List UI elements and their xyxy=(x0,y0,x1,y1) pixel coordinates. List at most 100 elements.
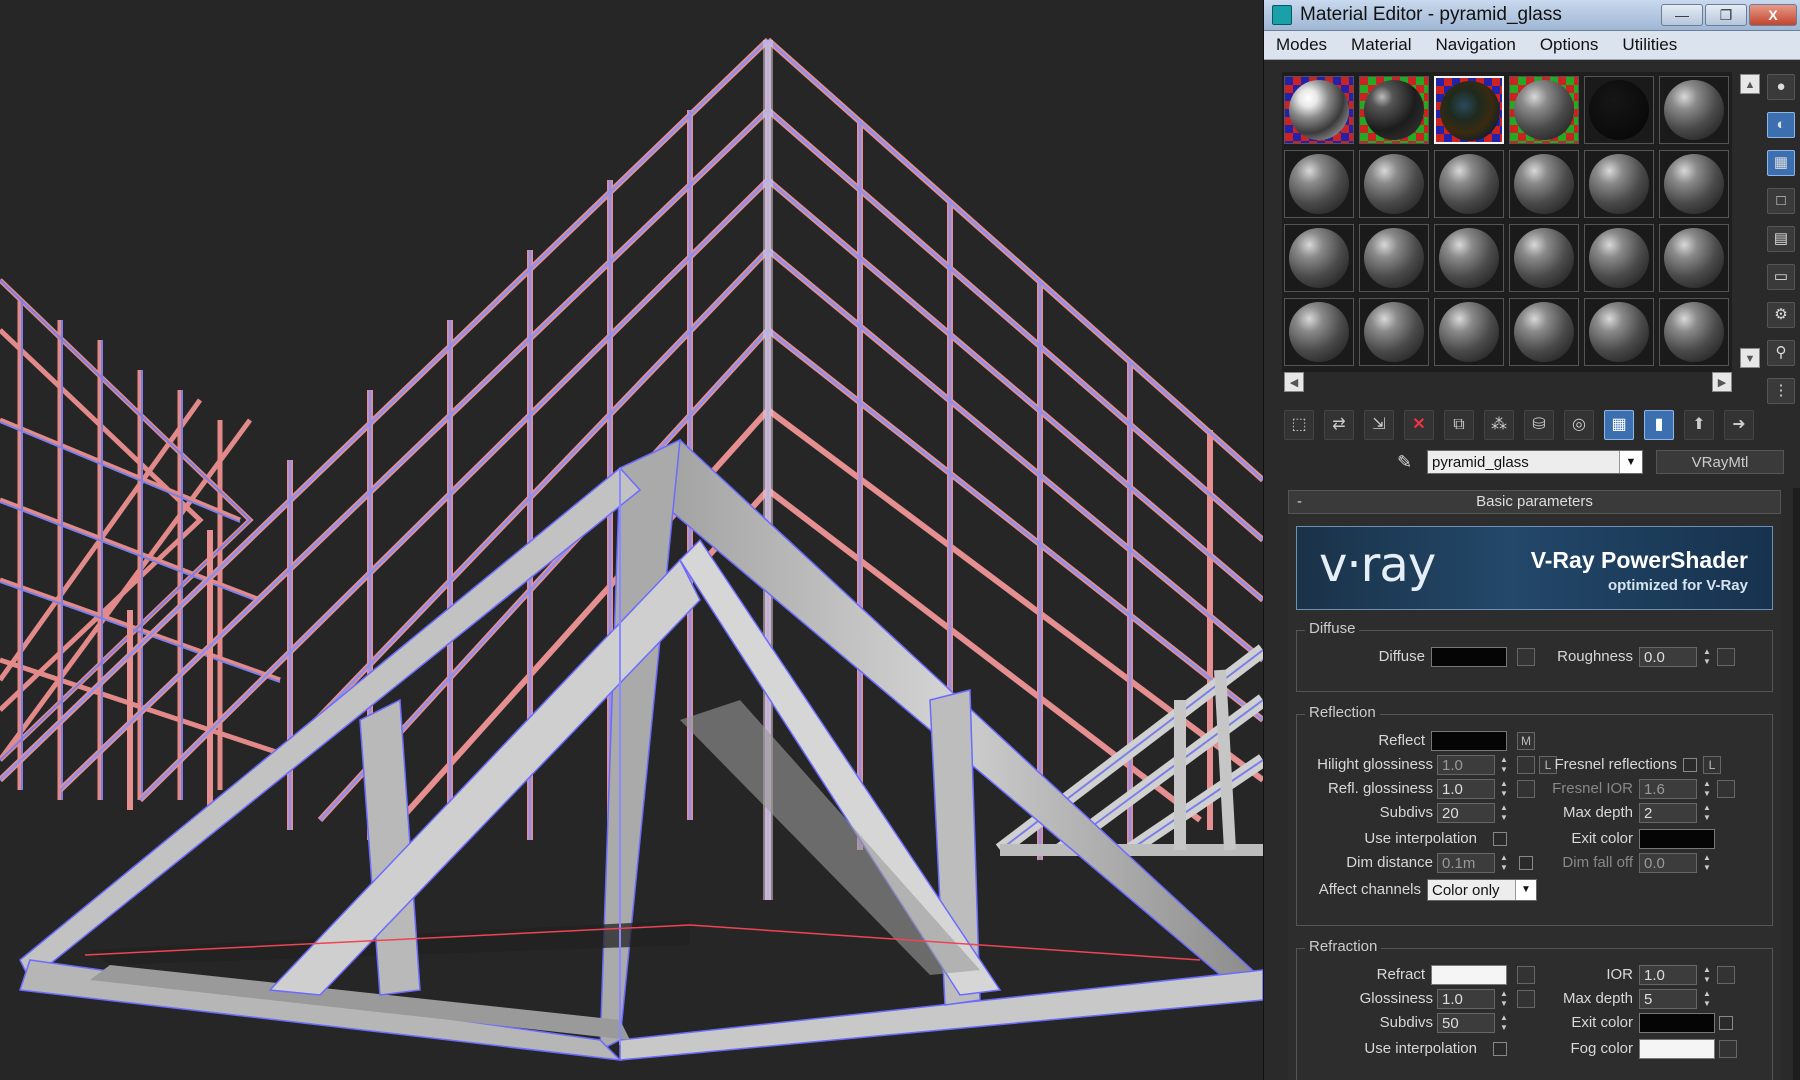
refr-subdivs-spinner[interactable]: 50 xyxy=(1437,1013,1495,1033)
material-map-navigator-icon[interactable]: ⋮ xyxy=(1767,378,1795,404)
copy-material-icon[interactable]: ⧉ xyxy=(1444,410,1474,440)
sample-uv-icon[interactable]: □ xyxy=(1767,188,1795,214)
refl-use-interpolation-checkbox[interactable] xyxy=(1493,832,1507,846)
affect-channels-dropdown[interactable]: Color only ▼ xyxy=(1427,879,1537,901)
dim-falloff-spinner[interactable]: 0.0 xyxy=(1639,853,1697,873)
title-bar[interactable]: Material Editor - pyramid_glass — ❐ X xyxy=(1264,0,1800,31)
refl-glossiness-spinner[interactable]: 1.0 xyxy=(1437,779,1495,799)
dim-distance-checkbox[interactable] xyxy=(1519,856,1533,870)
refr-use-interpolation-checkbox[interactable] xyxy=(1493,1042,1507,1056)
refr-exit-color-checkbox[interactable] xyxy=(1719,1016,1733,1030)
put-to-library-icon[interactable]: ⛁ xyxy=(1524,410,1554,440)
sample-slot[interactable] xyxy=(1284,224,1354,292)
sample-slot[interactable] xyxy=(1434,298,1504,366)
sample-slot[interactable] xyxy=(1509,298,1579,366)
spinner-arrows-icon[interactable]: ▲ ▼ xyxy=(1700,803,1714,823)
eyedropper-icon[interactable]: ✎ xyxy=(1397,452,1412,473)
refr-exit-color-swatch[interactable] xyxy=(1639,1013,1715,1033)
sample-slot[interactable] xyxy=(1509,224,1579,292)
video-color-check-icon[interactable]: ▤ xyxy=(1767,226,1795,252)
chevron-down-icon[interactable]: ▼ xyxy=(1619,451,1642,473)
menu-utilities[interactable]: Utilities xyxy=(1610,35,1689,55)
sample-slot[interactable] xyxy=(1659,224,1729,292)
spinner-arrows-icon[interactable]: ▲ ▼ xyxy=(1497,1013,1511,1033)
close-button[interactable]: X xyxy=(1749,4,1797,26)
get-material-icon[interactable]: ⬚ xyxy=(1284,410,1314,440)
ior-map-button[interactable] xyxy=(1717,966,1735,984)
minimize-button[interactable]: — xyxy=(1661,4,1703,26)
refl-subdivs-spinner[interactable]: 20 xyxy=(1437,803,1495,823)
sample-slot[interactable] xyxy=(1509,150,1579,218)
collapse-icon[interactable]: - xyxy=(1297,491,1302,513)
ior-spinner[interactable]: 1.0 xyxy=(1639,965,1697,985)
maximize-button[interactable]: ❐ xyxy=(1705,4,1747,26)
sample-slot[interactable] xyxy=(1284,76,1354,144)
spinner-arrows-icon[interactable]: ▲ ▼ xyxy=(1497,755,1511,775)
spinner-arrows-icon[interactable]: ▲ ▼ xyxy=(1497,989,1511,1009)
material-name-field[interactable]: pyramid_glass ▼ xyxy=(1427,450,1643,474)
spinner-arrows-icon[interactable]: ▲ ▼ xyxy=(1497,803,1511,823)
spinner-arrows-icon[interactable]: ▲ ▼ xyxy=(1700,853,1714,873)
material-type-button[interactable]: VRayMtl xyxy=(1656,450,1784,474)
sample-slot[interactable] xyxy=(1584,224,1654,292)
dim-distance-spinner[interactable]: 0.1m xyxy=(1437,853,1495,873)
sample-slot[interactable] xyxy=(1434,224,1504,292)
roughness-spinner[interactable]: 0.0 xyxy=(1639,647,1697,667)
refract-color-swatch[interactable] xyxy=(1431,965,1507,985)
spinner-arrows-icon[interactable]: ▲ ▼ xyxy=(1497,779,1511,799)
reset-map-icon[interactable]: ✕ xyxy=(1404,410,1434,440)
menu-modes[interactable]: Modes xyxy=(1264,35,1339,55)
reflect-map-button[interactable]: M xyxy=(1517,732,1535,750)
sample-slot[interactable] xyxy=(1284,150,1354,218)
make-preview-icon[interactable]: ▭ xyxy=(1767,264,1795,290)
background-checker-icon[interactable]: ▦ xyxy=(1767,150,1795,176)
panel-scrollbar[interactable] xyxy=(1793,488,1800,1080)
go-to-parent-icon[interactable]: ⬆ xyxy=(1684,410,1714,440)
fog-color-map-button[interactable] xyxy=(1719,1040,1737,1058)
show-map-in-viewport-icon[interactable]: ▦ xyxy=(1604,410,1634,440)
refl-max-depth-spinner[interactable]: 2 xyxy=(1639,803,1697,823)
sample-slot-active[interactable] xyxy=(1434,76,1504,144)
scroll-up-arrow[interactable]: ▲ xyxy=(1740,74,1760,94)
put-to-scene-icon[interactable]: ⇄ xyxy=(1324,410,1354,440)
scroll-left-arrow[interactable]: ◀ xyxy=(1284,372,1304,392)
fresnel-ior-map-button[interactable] xyxy=(1717,780,1735,798)
sample-slot[interactable] xyxy=(1584,298,1654,366)
go-forward-sibling-icon[interactable]: ➜ xyxy=(1724,410,1754,440)
sample-slot[interactable] xyxy=(1359,224,1429,292)
options-icon[interactable]: ⚙ xyxy=(1767,302,1795,328)
fresnel-ior-spinner[interactable]: 1.6 xyxy=(1639,779,1697,799)
backlight-icon[interactable]: ◐ xyxy=(1767,112,1795,138)
refr-max-depth-spinner[interactable]: 5 xyxy=(1639,989,1697,1009)
select-by-material-icon[interactable]: ⚲ xyxy=(1767,340,1795,366)
chevron-down-icon[interactable]: ▼ xyxy=(1515,880,1536,900)
diffuse-color-swatch[interactable] xyxy=(1431,647,1507,667)
spinner-arrows-icon[interactable]: ▲ ▼ xyxy=(1700,965,1714,985)
material-id-channel-icon[interactable]: ◎ xyxy=(1564,410,1594,440)
roughness-map-button[interactable] xyxy=(1717,648,1735,666)
hilight-map-button[interactable] xyxy=(1517,756,1535,774)
sample-slot[interactable] xyxy=(1434,150,1504,218)
fog-color-swatch[interactable] xyxy=(1639,1039,1715,1059)
spinner-arrows-icon[interactable]: ▲ ▼ xyxy=(1700,989,1714,1009)
sample-slot[interactable] xyxy=(1509,76,1579,144)
spinner-arrows-icon[interactable]: ▲ ▼ xyxy=(1700,779,1714,799)
sample-type-icon[interactable]: ● xyxy=(1767,74,1795,100)
menu-material[interactable]: Material xyxy=(1339,35,1423,55)
scroll-right-arrow[interactable]: ▶ xyxy=(1712,372,1732,392)
sample-slot[interactable] xyxy=(1359,298,1429,366)
spinner-arrows-icon[interactable]: ▲ ▼ xyxy=(1700,647,1714,667)
sample-slot[interactable] xyxy=(1359,150,1429,218)
menu-navigation[interactable]: Navigation xyxy=(1424,35,1528,55)
reflect-color-swatch[interactable] xyxy=(1431,731,1507,751)
sample-slot[interactable] xyxy=(1659,150,1729,218)
fresnel-reflections-checkbox[interactable] xyxy=(1683,758,1697,772)
hilight-glossiness-spinner[interactable]: 1.0 xyxy=(1437,755,1495,775)
basic-parameters-rollout[interactable]: - Basic parameters xyxy=(1288,490,1781,514)
sample-slot[interactable] xyxy=(1659,298,1729,366)
assign-to-selection-icon[interactable]: ⇲ xyxy=(1364,410,1394,440)
sample-slot[interactable] xyxy=(1584,76,1654,144)
spinner-arrows-icon[interactable]: ▲ ▼ xyxy=(1497,853,1511,873)
refr-glossiness-spinner[interactable]: 1.0 xyxy=(1437,989,1495,1009)
menu-options[interactable]: Options xyxy=(1528,35,1611,55)
